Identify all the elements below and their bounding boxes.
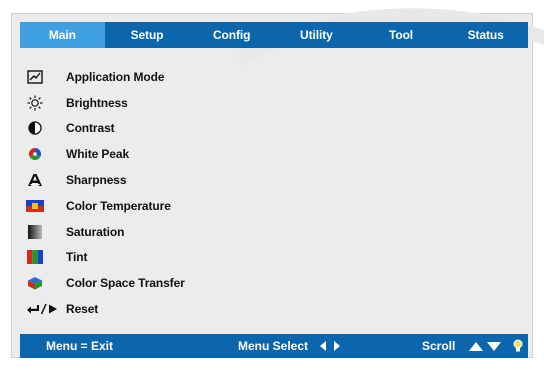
tab-utility[interactable]: Utility — [274, 22, 359, 48]
tab-setup[interactable]: Setup — [105, 22, 190, 48]
menu-item-label: White Peak — [66, 147, 130, 162]
tint-icon — [26, 248, 44, 266]
menu-item-label: Tint — [66, 250, 88, 265]
menu-select-label: Menu Select — [238, 339, 309, 353]
menu-item-brightness[interactable]: Brightness — [26, 90, 506, 116]
color-space-transfer-icon — [26, 274, 44, 292]
menu-bar: Main Setup Config Utility Tool Status — [20, 22, 528, 48]
menu-item-reset[interactable]: Reset — [26, 296, 506, 322]
menu-item-label: Reset — [66, 302, 99, 317]
saturation-icon — [26, 223, 44, 241]
menu-item-label: Sharpness — [66, 173, 127, 188]
menu-item-label: Color Space Transfer — [66, 276, 185, 291]
menu-select-hint: Menu Select — [238, 334, 341, 358]
footer-bar: Menu = Exit Menu Select Scroll — [20, 334, 528, 358]
color-temperature-icon — [26, 197, 44, 215]
menu-list: Application Mode Brightness Contrast Whi… — [26, 64, 506, 322]
sharpness-icon — [26, 171, 44, 189]
contrast-icon — [26, 119, 44, 137]
menu-item-white-peak[interactable]: White Peak — [26, 141, 506, 167]
menu-item-application-mode[interactable]: Application Mode — [26, 64, 506, 90]
left-right-arrows-icon — [320, 341, 341, 351]
menu-item-label: Application Mode — [66, 69, 165, 84]
menu-item-tint[interactable]: Tint — [26, 245, 506, 271]
menu-item-label: Brightness — [66, 95, 128, 110]
scroll-label: Scroll — [422, 339, 456, 353]
menu-item-label: Color Temperature — [66, 198, 171, 213]
scroll-hint: Scroll — [422, 334, 523, 358]
tab-config[interactable]: Config — [189, 22, 274, 48]
application-mode-icon — [26, 68, 44, 86]
menu-item-contrast[interactable]: Contrast — [26, 116, 506, 142]
menu-item-color-temperature[interactable]: Color Temperature — [26, 193, 506, 219]
brightness-icon — [26, 94, 44, 112]
menu-item-label: Saturation — [66, 224, 125, 239]
reset-icon — [26, 300, 60, 318]
menu-item-sharpness[interactable]: Sharpness — [26, 167, 506, 193]
tab-status[interactable]: Status — [443, 22, 528, 48]
up-down-arrows-icon — [469, 342, 502, 351]
menu-exit-hint: Menu = Exit — [46, 339, 114, 353]
tab-tool[interactable]: Tool — [359, 22, 444, 48]
tab-main[interactable]: Main — [20, 22, 105, 48]
menu-item-saturation[interactable]: Saturation — [26, 219, 506, 245]
menu-item-label: Contrast — [66, 121, 115, 136]
white-peak-icon — [26, 145, 44, 163]
lightbulb-icon — [513, 339, 523, 352]
menu-item-color-space-transfer[interactable]: Color Space Transfer — [26, 270, 506, 296]
